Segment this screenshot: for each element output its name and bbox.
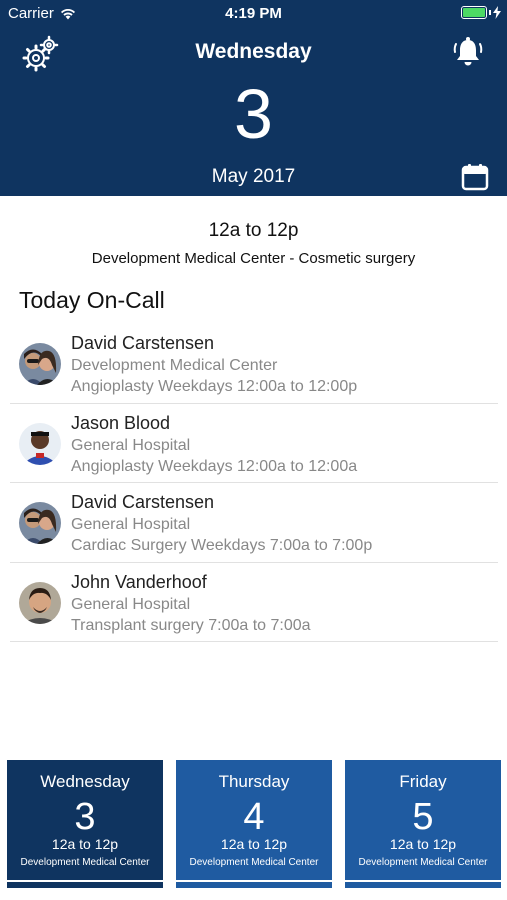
header: Carrier 4:19 PM Wednesday 3 May 2017 <box>0 0 507 196</box>
day-card-number: 3 <box>74 796 96 838</box>
section-title: Today On-Call <box>19 287 165 313</box>
day-card-time: 12a to 12p <box>51 836 119 852</box>
day-card-time: 12a to 12p <box>220 836 288 852</box>
oncall-person-location: General Hospital <box>71 516 191 533</box>
next-card-row-edge <box>176 882 332 888</box>
avatar <box>19 502 61 544</box>
day-card-wednesday[interactable]: Wednesday 3 12a to 12p Development Medic… <box>7 760 163 880</box>
oncall-person-location: General Hospital <box>71 595 191 613</box>
avatar <box>19 581 61 624</box>
status-time: 4:19 PM <box>225 5 282 22</box>
header-month-year: May 2017 <box>211 166 296 187</box>
avatar <box>19 422 61 465</box>
day-card-day: Friday <box>399 772 447 791</box>
oncall-list-item[interactable]: John Vanderhoof General Hospital Transpl… <box>10 563 498 642</box>
oncall-person-location: Development Medical Center <box>71 357 278 374</box>
day-card-time: 12a to 12p <box>389 836 457 852</box>
next-card-row-edge <box>345 882 501 888</box>
battery-icon <box>461 6 501 19</box>
day-card-number: 5 <box>412 796 434 838</box>
next-card-row-edge <box>7 882 163 888</box>
day-card-place: Development Medical Center <box>20 857 150 868</box>
oncall-person-shift: Cardiac Surgery Weekdays 7:00a to 7:00p <box>71 537 373 554</box>
oncall-person-location: General Hospital <box>71 436 191 454</box>
oncall-person-name: David Carstensen <box>71 492 215 512</box>
header-day-name: Wednesday <box>195 40 312 63</box>
header-day-number: 3 <box>234 75 273 153</box>
oncall-person-shift: Angioplasty Weekdays 12:00a to 12:00a <box>71 457 358 475</box>
day-card-place: Development Medical Center <box>358 857 488 868</box>
charging-bolt-icon <box>493 6 501 19</box>
calendar-icon[interactable] <box>461 163 489 191</box>
day-card-day: Wednesday <box>40 772 130 791</box>
current-shift-time: 12a to 12p <box>208 220 299 241</box>
day-card-number: 4 <box>243 796 265 838</box>
day-card-friday[interactable]: Friday 5 12a to 12p Development Medical … <box>345 760 501 880</box>
day-card-thursday[interactable]: Thursday 4 12a to 12p Development Medica… <box>176 760 332 880</box>
day-card-place: Development Medical Center <box>189 857 319 868</box>
oncall-person-name: Jason Blood <box>71 412 171 433</box>
oncall-person-shift: Angioplasty Weekdays 12:00a to 12:00p <box>71 378 358 395</box>
oncall-person-shift: Transplant surgery 7:00a to 7:00a <box>71 616 311 634</box>
day-card-day: Thursday <box>218 772 290 791</box>
oncall-list-item[interactable]: Jason Blood General Hospital Angioplasty… <box>10 404 498 483</box>
oncall-person-name: David Carstensen <box>71 333 215 353</box>
oncall-list-item[interactable]: David Carstensen Development Medical Cen… <box>10 324 498 404</box>
oncall-person-name: John Vanderhoof <box>71 571 207 592</box>
oncall-list: David Carstensen Development Medical Cen… <box>10 324 498 642</box>
current-shift-place: Development Medical Center - Cosmetic su… <box>91 250 416 267</box>
oncall-list-item[interactable]: David Carstensen General Hospital Cardia… <box>10 483 498 563</box>
avatar <box>19 343 61 385</box>
day-cards: Wednesday 3 12a to 12p Development Medic… <box>0 760 507 900</box>
status-bar: Carrier 4:19 PM <box>0 0 507 28</box>
